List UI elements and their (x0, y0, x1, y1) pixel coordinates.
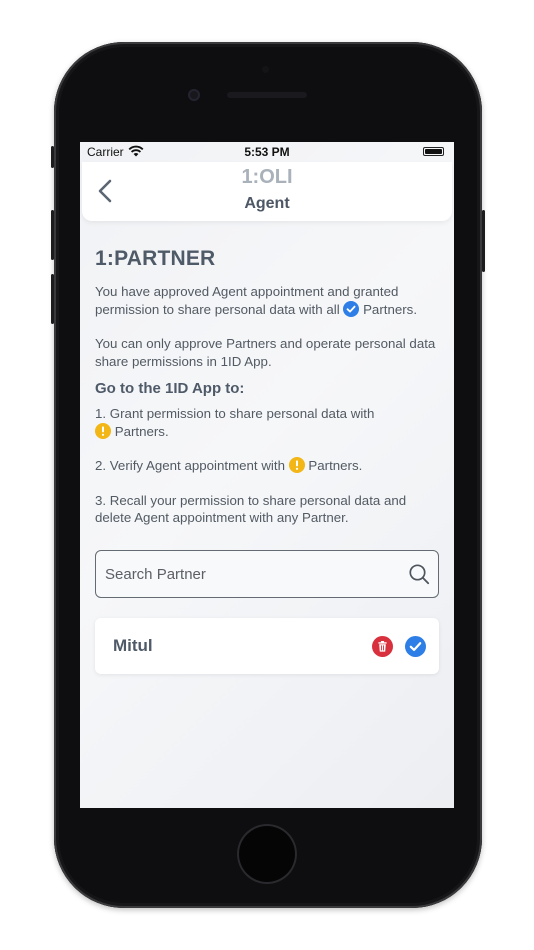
step-2-suffix: Partners. (308, 458, 363, 473)
search-box (95, 550, 439, 598)
proximity-sensor (262, 66, 269, 73)
approved-paragraph: You have approved Agent appointment and … (95, 283, 441, 318)
home-button[interactable] (237, 824, 297, 884)
page-subtitle: Agent (244, 195, 290, 212)
step-2: 2. Verify Agent appointment with Partner… (95, 457, 441, 475)
approved-text-suffix: Partners. (363, 301, 418, 317)
power-button (482, 210, 485, 272)
verified-check-icon (343, 300, 360, 317)
step-1-text: 1. Grant permission to share personal da… (95, 406, 375, 421)
volume-down-button (51, 274, 54, 324)
search-icon[interactable] (408, 563, 430, 585)
step-1-suffix: Partners. (114, 423, 169, 439)
front-camera (188, 89, 200, 101)
check-circle-icon (405, 636, 426, 657)
app-header: 1:OLI Agent (82, 162, 452, 221)
go-to-heading: Go to the 1ID App to: (95, 380, 245, 397)
app-screen: Carrier 5:53 PM 1:OLI Agent 1:PARTNER Yo… (80, 142, 454, 808)
page-content: 1:PARTNER You have approved Agent appoin… (95, 247, 441, 527)
clock: 5:53 PM (244, 145, 290, 159)
partner-name: Mitul (113, 636, 153, 655)
page-heading: 1:PARTNER (95, 247, 216, 270)
step-3: 3. Recall your permission to share perso… (95, 492, 407, 526)
status-bar: Carrier 5:53 PM (80, 142, 454, 162)
step-1: 1. Grant permission to share personal da… (95, 405, 441, 440)
search-input[interactable] (105, 551, 395, 597)
warning-icon (288, 457, 305, 473)
partner-list-item[interactable]: Mitul (95, 618, 439, 674)
earpiece-speaker (227, 92, 307, 98)
trash-icon[interactable] (372, 636, 393, 657)
only-approve-paragraph: You can only approve Partners and operat… (95, 336, 436, 369)
volume-up-button (51, 210, 54, 260)
step-2-text: 2. Verify Agent appointment with (95, 458, 285, 473)
app-title: 1:OLI (241, 166, 293, 188)
warning-icon (95, 422, 111, 439)
mute-switch (51, 146, 54, 168)
battery-icon (423, 147, 444, 156)
